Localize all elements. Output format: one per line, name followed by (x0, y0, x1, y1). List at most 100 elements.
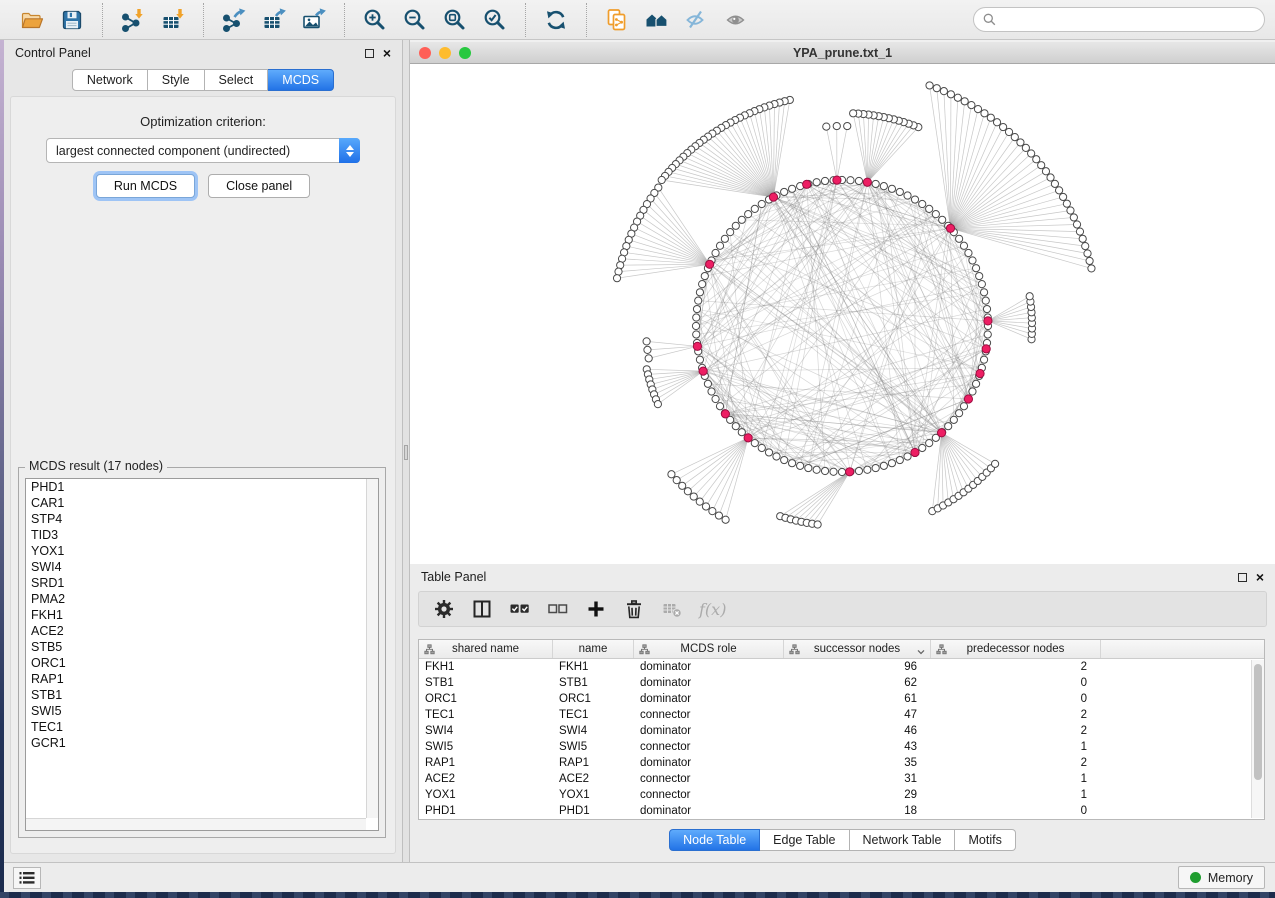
mcds-result-item[interactable]: GCR1 (26, 735, 378, 751)
tab-select[interactable]: Select (205, 69, 269, 91)
table-cell[interactable]: 1 (931, 771, 1101, 787)
zoom-fit-icon[interactable] (435, 3, 475, 37)
tab-network-table[interactable]: Network Table (850, 829, 956, 851)
unselect-all-icon[interactable] (547, 598, 569, 620)
mcds-result-item[interactable]: PMA2 (26, 591, 378, 607)
table-cell[interactable]: 2 (931, 723, 1101, 739)
mcds-result-list[interactable]: PHD1CAR1STP4TID3YOX1SWI4SRD1PMA2FKH1ACE2… (25, 478, 379, 831)
table-cell[interactable]: SWI4 (419, 723, 553, 739)
table-cell[interactable]: ACE2 (419, 771, 553, 787)
mcds-result-item[interactable]: FKH1 (26, 607, 378, 623)
table-cell[interactable]: 0 (931, 675, 1101, 691)
table-row[interactable]: SWI5SWI5connector431 (419, 739, 1264, 755)
mcds-result-item[interactable]: TEC1 (26, 719, 378, 735)
mcds-result-item[interactable]: TID3 (26, 527, 378, 543)
table-cell[interactable]: 1 (931, 739, 1101, 755)
table-cell[interactable]: 0 (931, 691, 1101, 707)
refresh-icon[interactable] (536, 3, 576, 37)
table-options-gear-icon[interactable] (433, 598, 455, 620)
zoom-selected-icon[interactable] (475, 3, 515, 37)
export-table-icon[interactable] (254, 3, 294, 37)
table-cell[interactable]: SWI5 (419, 739, 553, 755)
table-cell[interactable]: PHD1 (553, 803, 634, 819)
table-cell[interactable]: RAP1 (419, 755, 553, 771)
maximize-window-icon[interactable] (459, 47, 471, 59)
open-file-icon[interactable] (12, 3, 52, 37)
table-cell[interactable]: 46 (784, 723, 931, 739)
mcds-result-item[interactable]: SWI4 (26, 559, 378, 575)
table-cell[interactable]: 47 (784, 707, 931, 723)
table-cell[interactable]: connector (634, 771, 784, 787)
mcds-result-item[interactable]: CAR1 (26, 495, 378, 511)
mcds-result-item[interactable]: RAP1 (26, 671, 378, 687)
column-header-shared-name[interactable]: shared name (419, 640, 553, 658)
column-header-MCDS-role[interactable]: MCDS role (634, 640, 784, 658)
clone-network-icon[interactable] (597, 3, 637, 37)
table-cell[interactable]: STB1 (419, 675, 553, 691)
table-cell[interactable]: 29 (784, 787, 931, 803)
mcds-result-item[interactable]: STB5 (26, 639, 378, 655)
mcds-result-item[interactable]: YOX1 (26, 543, 378, 559)
table-cell[interactable]: FKH1 (553, 659, 634, 675)
tab-edge-table[interactable]: Edge Table (760, 829, 849, 851)
import-table-icon[interactable] (153, 3, 193, 37)
column-header-predecessor-nodes[interactable]: predecessor nodes (931, 640, 1101, 658)
float-panel-icon[interactable] (365, 49, 374, 58)
export-network-icon[interactable] (214, 3, 254, 37)
table-row[interactable]: RAP1RAP1dominator352 (419, 755, 1264, 771)
table-cell[interactable]: SWI4 (553, 723, 634, 739)
table-cell[interactable]: dominator (634, 755, 784, 771)
table-row[interactable]: PHD1PHD1dominator180 (419, 803, 1264, 819)
table-row[interactable]: FKH1FKH1dominator962 (419, 659, 1264, 675)
network-window-titlebar[interactable]: YPA_prune.txt_1 (410, 42, 1275, 64)
table-cell[interactable]: ORC1 (553, 691, 634, 707)
memory-button[interactable]: Memory (1178, 866, 1265, 889)
column-header-successor-nodes[interactable]: successor nodes (784, 640, 931, 658)
network-canvas[interactable] (410, 64, 1275, 564)
table-scrollbar-thumb[interactable] (1254, 664, 1262, 780)
table-cell[interactable]: TEC1 (553, 707, 634, 723)
table-cell[interactable]: 96 (784, 659, 931, 675)
tab-motifs[interactable]: Motifs (955, 829, 1015, 851)
table-cell[interactable]: 2 (931, 707, 1101, 723)
import-network-icon[interactable] (113, 3, 153, 37)
table-cell[interactable]: FKH1 (419, 659, 553, 675)
table-row[interactable]: TEC1TEC1connector472 (419, 707, 1264, 723)
table-row[interactable]: ACE2ACE2connector311 (419, 771, 1264, 787)
result-list-vscrollbar[interactable] (366, 479, 378, 818)
table-cell[interactable]: 43 (784, 739, 931, 755)
mcds-result-item[interactable]: ACE2 (26, 623, 378, 639)
mcds-result-item[interactable]: PHD1 (26, 479, 378, 495)
zoom-out-icon[interactable] (395, 3, 435, 37)
search-input[interactable] (1001, 13, 1264, 27)
run-mcds-button[interactable]: Run MCDS (96, 174, 195, 198)
table-cell[interactable]: dominator (634, 723, 784, 739)
show-columns-icon[interactable] (471, 598, 493, 620)
table-cell[interactable]: connector (634, 739, 784, 755)
float-panel-icon[interactable] (1238, 573, 1247, 582)
table-cell[interactable]: 35 (784, 755, 931, 771)
mcds-result-item[interactable]: SWI5 (26, 703, 378, 719)
table-cell[interactable]: 18 (784, 803, 931, 819)
table-row[interactable]: YOX1YOX1connector291 (419, 787, 1264, 803)
save-session-icon[interactable] (52, 3, 92, 37)
delete-icon[interactable] (623, 598, 645, 620)
table-cell[interactable]: YOX1 (419, 787, 553, 803)
table-cell[interactable]: 31 (784, 771, 931, 787)
tab-mcds[interactable]: MCDS (268, 69, 334, 91)
table-cell[interactable]: connector (634, 787, 784, 803)
result-list-hscrollbar[interactable] (26, 818, 366, 830)
first-neighbors-icon[interactable] (637, 3, 677, 37)
table-cell[interactable]: SWI5 (553, 739, 634, 755)
table-cell[interactable]: ACE2 (553, 771, 634, 787)
hide-selected-icon[interactable] (677, 3, 717, 37)
table-cell[interactable]: TEC1 (419, 707, 553, 723)
table-cell[interactable]: ORC1 (419, 691, 553, 707)
column-header-name[interactable]: name (553, 640, 634, 658)
table-vscrollbar[interactable] (1251, 660, 1264, 818)
panel-divider[interactable] (402, 40, 410, 862)
table-cell[interactable]: 62 (784, 675, 931, 691)
table-row[interactable]: SWI4SWI4dominator462 (419, 723, 1264, 739)
mcds-result-item[interactable]: STP4 (26, 511, 378, 527)
table-cell[interactable]: YOX1 (553, 787, 634, 803)
